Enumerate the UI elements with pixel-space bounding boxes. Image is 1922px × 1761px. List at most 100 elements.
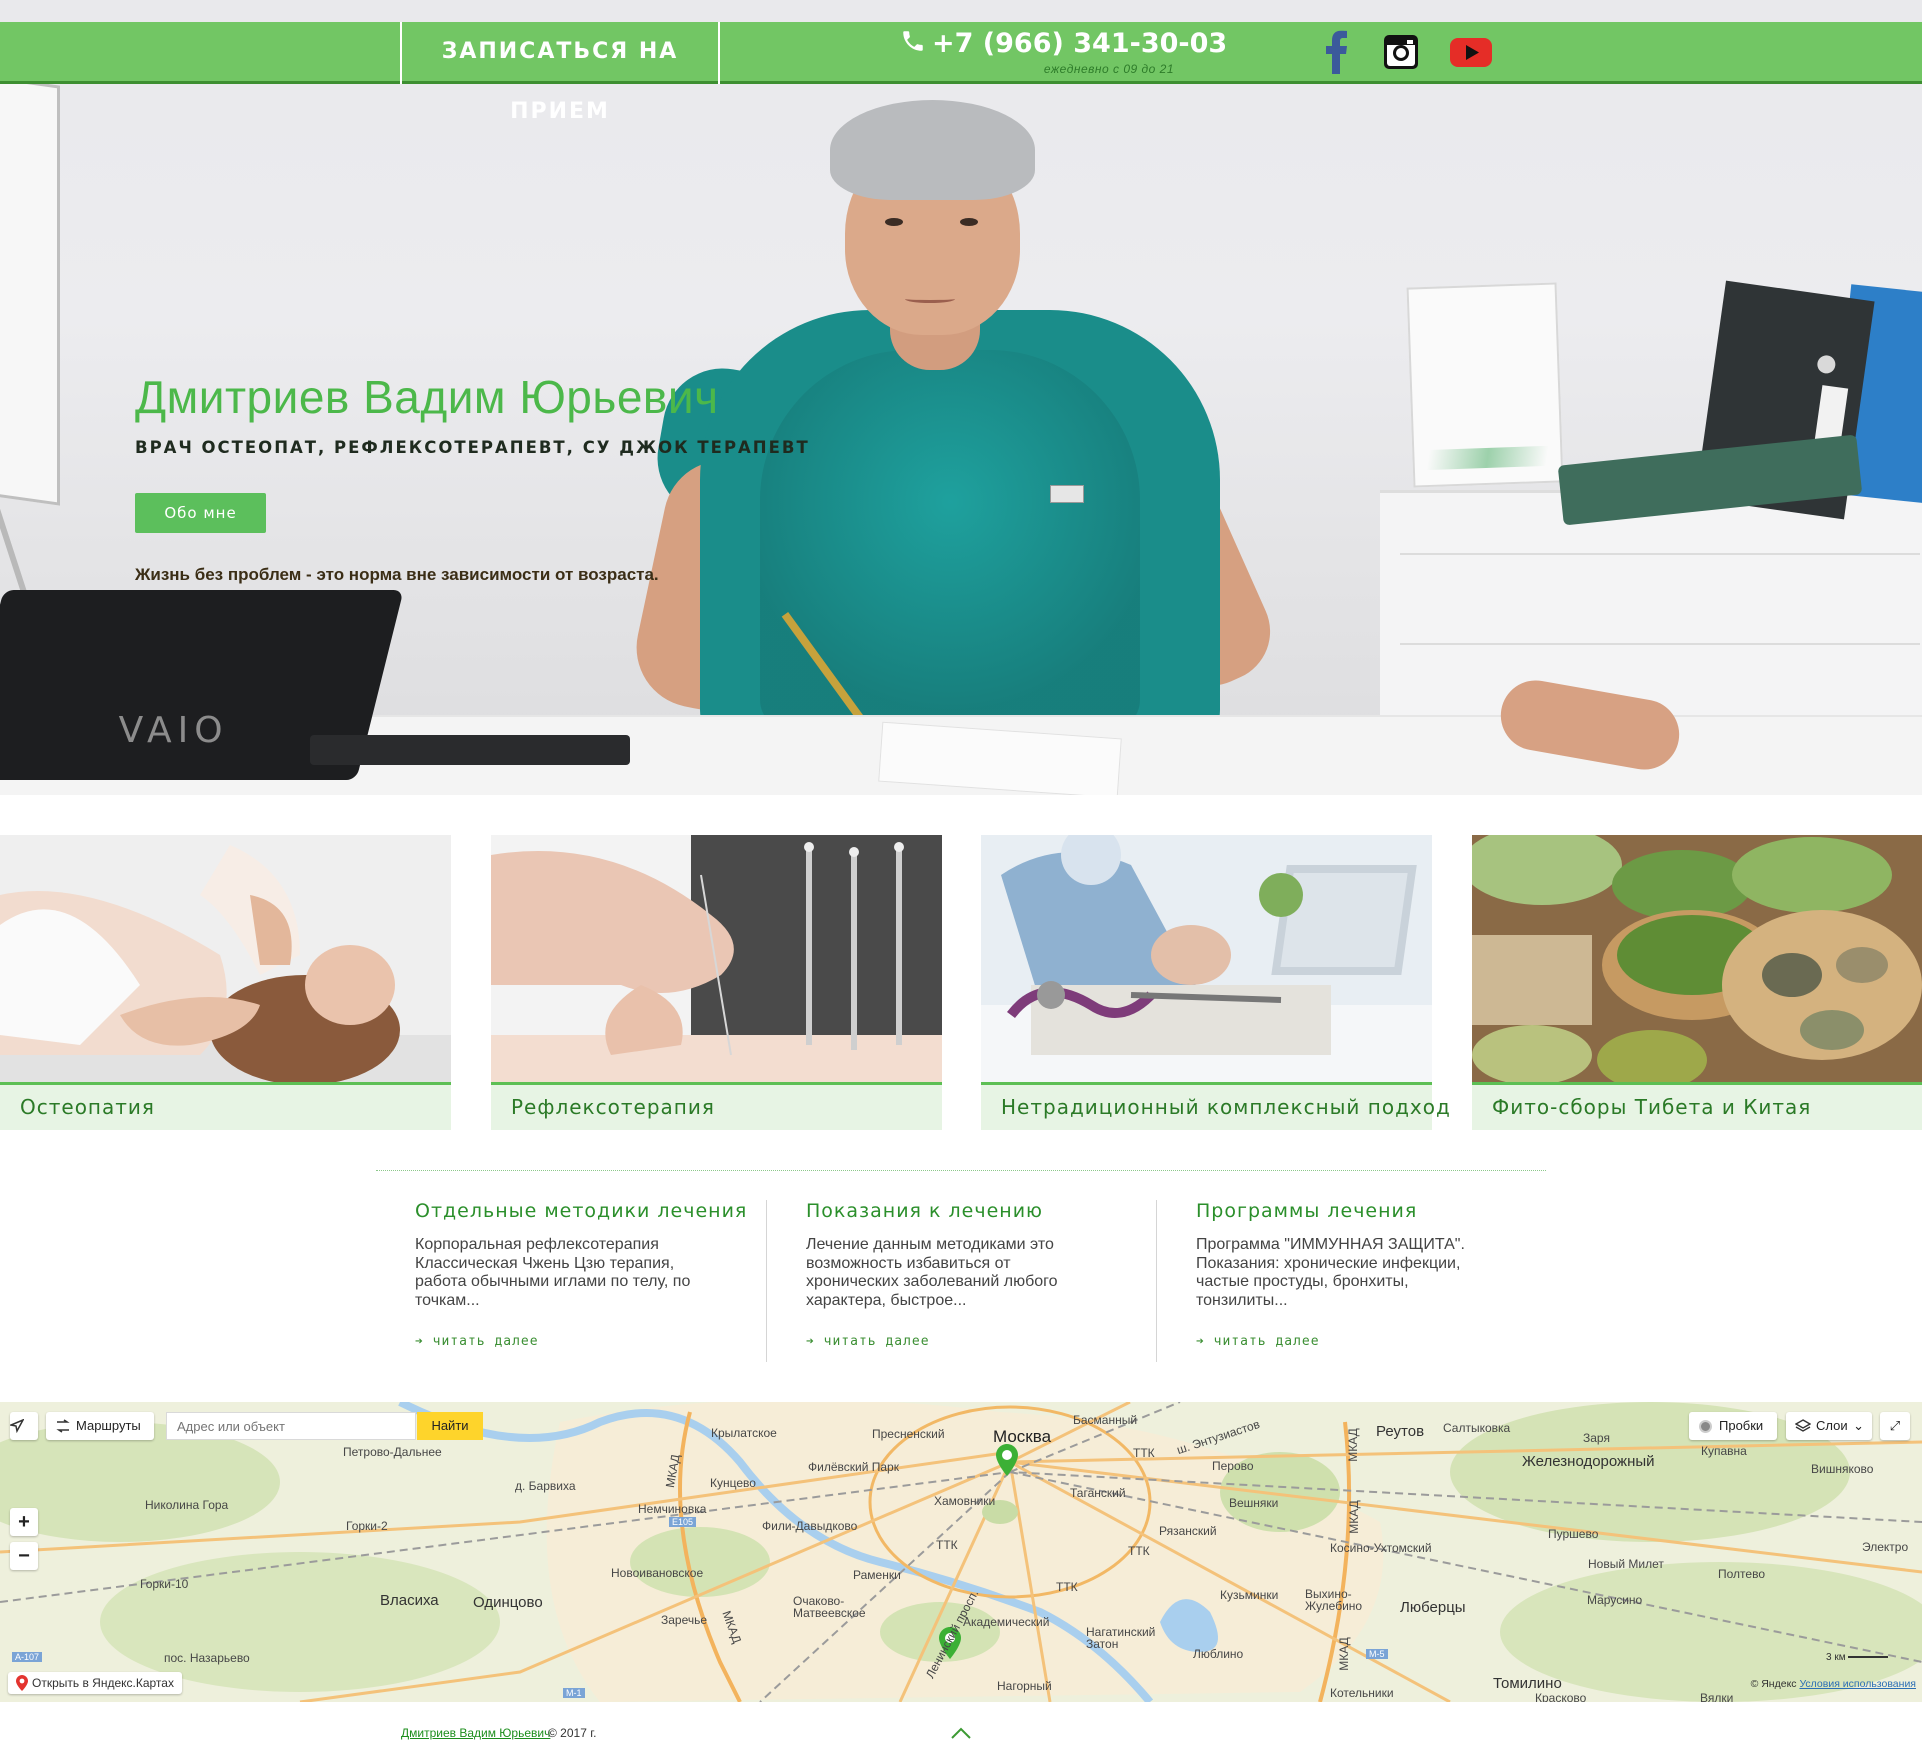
- scroll-top-button[interactable]: [950, 1726, 972, 1740]
- whiteboard: [0, 74, 60, 506]
- column-divider: [766, 1200, 767, 1362]
- slogan: Жизнь без проблем - это норма вне зависи…: [135, 565, 659, 584]
- laptop-base: [310, 735, 630, 765]
- info-title[interactable]: Программы лечения: [1196, 1200, 1496, 1222]
- map-label: Фили-Давыдково: [762, 1519, 858, 1533]
- map-label: МКАД: [1346, 1500, 1361, 1534]
- service-image: [0, 835, 451, 1085]
- map-find-button[interactable]: Найти: [417, 1412, 483, 1440]
- map-label: Очаково-Матвеевское: [793, 1594, 866, 1620]
- map-label: Железнодорожный: [1522, 1453, 1655, 1470]
- map-canvas: [0, 1402, 1922, 1702]
- doctor-name: Дмитриев Вадим Юрьевич: [135, 371, 719, 423]
- map-label: МКАД: [1345, 1428, 1360, 1462]
- read-more-link[interactable]: ➔ читать далее: [1196, 1334, 1320, 1349]
- map-label: Томилино: [1493, 1675, 1562, 1692]
- doctor-title: ВРАЧ ОСТЕОПАТ, РЕФЛЕКСОТЕРАПЕВТ, СУ ДЖОК…: [135, 438, 810, 457]
- info-block-programs: Программы лечения Программа "ИММУННАЯ ЗА…: [1196, 1200, 1496, 1365]
- phone-icon: [903, 31, 923, 51]
- map-label: Красково: [1535, 1691, 1587, 1702]
- map-label: ТТК: [936, 1538, 958, 1552]
- info-title[interactable]: Отдельные методики лечения: [415, 1200, 746, 1222]
- map-label: ТТК: [1133, 1446, 1155, 1460]
- map-label: Вялки: [1700, 1691, 1734, 1702]
- road-badge: А-107: [12, 1652, 43, 1662]
- map-search-input[interactable]: [166, 1412, 416, 1440]
- map-label: Заречье: [661, 1613, 708, 1627]
- map-label: Заря: [1583, 1431, 1610, 1445]
- map-label: Полтево: [1718, 1567, 1765, 1581]
- laptop-brand: VAIO: [118, 710, 229, 751]
- info-text: Лечение данным методиками это возможност…: [806, 1236, 1058, 1309]
- map-label: Нагатинский Затон: [1086, 1625, 1156, 1651]
- info-block-methods: Отдельные методики лечения Корпоральная …: [415, 1200, 746, 1365]
- info-text: Корпоральная рефлексотерапия Классическа…: [415, 1236, 691, 1309]
- chevron-down-icon: ⌄: [1853, 1418, 1864, 1433]
- facebook-icon[interactable]: [1322, 30, 1350, 74]
- routes-label: Маршруты: [76, 1418, 141, 1433]
- chevron-up-icon: [951, 1727, 971, 1739]
- service-card-osteopathy[interactable]: Остеопатия: [0, 835, 451, 1130]
- map-label: Таганский: [1070, 1486, 1126, 1500]
- map-label: Новоивановское: [611, 1566, 704, 1580]
- traffic-button[interactable]: Пробки: [1689, 1412, 1777, 1440]
- expand-icon: ⤢: [1889, 1418, 1901, 1433]
- routes-button[interactable]: Маршруты: [46, 1412, 154, 1440]
- road-badge: М-1: [563, 1688, 585, 1698]
- map-label: Кузьминки: [1220, 1588, 1279, 1602]
- phone-block: +7 (966) 341-30-03 ежедневно с 09 до 21: [900, 28, 1227, 80]
- service-card-complex-approach[interactable]: Нетрадиционный комплексный подход: [981, 835, 1450, 1130]
- service-label: Остеопатия: [20, 1095, 155, 1119]
- youtube-icon[interactable]: [1449, 30, 1493, 74]
- hero-text: Дмитриев Вадим Юрьевич ВРАЧ ОСТЕОПАТ, РЕ…: [135, 370, 810, 585]
- map-label: Вешняки: [1229, 1496, 1279, 1510]
- map-label: Кунцево: [710, 1476, 756, 1490]
- map-label: Одинцово: [473, 1594, 543, 1611]
- read-more-link[interactable]: ➔ читать далее: [806, 1334, 930, 1349]
- about-me-button[interactable]: Обо мне: [135, 493, 266, 533]
- yandex-map[interactable]: Москва Реутов Железнодорожный Одинцово Л…: [0, 1402, 1922, 1702]
- layers-button[interactable]: Слои ⌄: [1786, 1412, 1872, 1440]
- terms-link[interactable]: Условия использования: [1799, 1678, 1916, 1690]
- map-label: ТТК: [1128, 1544, 1150, 1558]
- certificate-frame: [1406, 282, 1564, 488]
- map-copyright: © Яндекс Условия использования: [1751, 1678, 1916, 1690]
- read-more-link[interactable]: ➔ читать далее: [415, 1334, 539, 1349]
- open-in-label: Открыть в Яндекс.Картах: [32, 1676, 174, 1690]
- book-appointment-button[interactable]: ЗАПИСАТЬСЯ НА ПРИЕМ: [400, 22, 720, 124]
- map-label: Купавна: [1701, 1444, 1747, 1458]
- divider-line: [376, 1170, 1546, 1171]
- map-label: Басманный: [1073, 1413, 1138, 1427]
- map-label: Выхино-Жулебино: [1305, 1587, 1363, 1613]
- map-label: Перово: [1212, 1459, 1254, 1473]
- services-section: Остеопатия Рефлексотерапия Нетрадиционны…: [0, 835, 1922, 1130]
- map-label: Марусино: [1587, 1593, 1643, 1607]
- map-label: Петрово-Дальнее: [343, 1445, 442, 1459]
- route-icon: [56, 1419, 70, 1433]
- service-label: Рефлексотерапия: [511, 1095, 715, 1119]
- map-label: Крылатское: [711, 1426, 777, 1440]
- layers-label: Слои: [1816, 1418, 1848, 1433]
- open-in-yandex-link[interactable]: Открыть в Яндекс.Картах: [8, 1672, 182, 1694]
- map-pin-icon[interactable]: [996, 1444, 1018, 1476]
- road-badge: М-5: [1366, 1649, 1388, 1659]
- service-card-reflexotherapy[interactable]: Рефлексотерапия: [491, 835, 942, 1130]
- footer-author-link[interactable]: Дмитриев Вадим Юрьевич: [401, 1726, 550, 1740]
- map-label: пос. Назарьево: [164, 1651, 250, 1665]
- phone-link[interactable]: +7 (966) 341-30-03: [900, 28, 1227, 59]
- map-label: Москва: [993, 1427, 1052, 1446]
- geolocation-button[interactable]: [10, 1412, 38, 1440]
- map-label: Реутов: [1376, 1423, 1425, 1440]
- map-label: ТТК: [1056, 1580, 1078, 1594]
- traffic-label: Пробки: [1719, 1418, 1764, 1433]
- map-label: Горки-2: [346, 1519, 388, 1533]
- map-label: Новый Милет: [1588, 1557, 1664, 1571]
- layers-icon: [1795, 1419, 1811, 1432]
- zoom-in-button[interactable]: +: [10, 1508, 38, 1536]
- info-title[interactable]: Показания к лечению: [806, 1200, 1106, 1222]
- service-card-herbal[interactable]: Фито-сборы Тибета и Китая: [1472, 835, 1922, 1130]
- instagram-icon[interactable]: [1382, 30, 1420, 74]
- zoom-out-button[interactable]: −: [10, 1542, 38, 1570]
- traffic-icon: [1699, 1420, 1712, 1433]
- fullscreen-button[interactable]: ⤢: [1880, 1412, 1910, 1440]
